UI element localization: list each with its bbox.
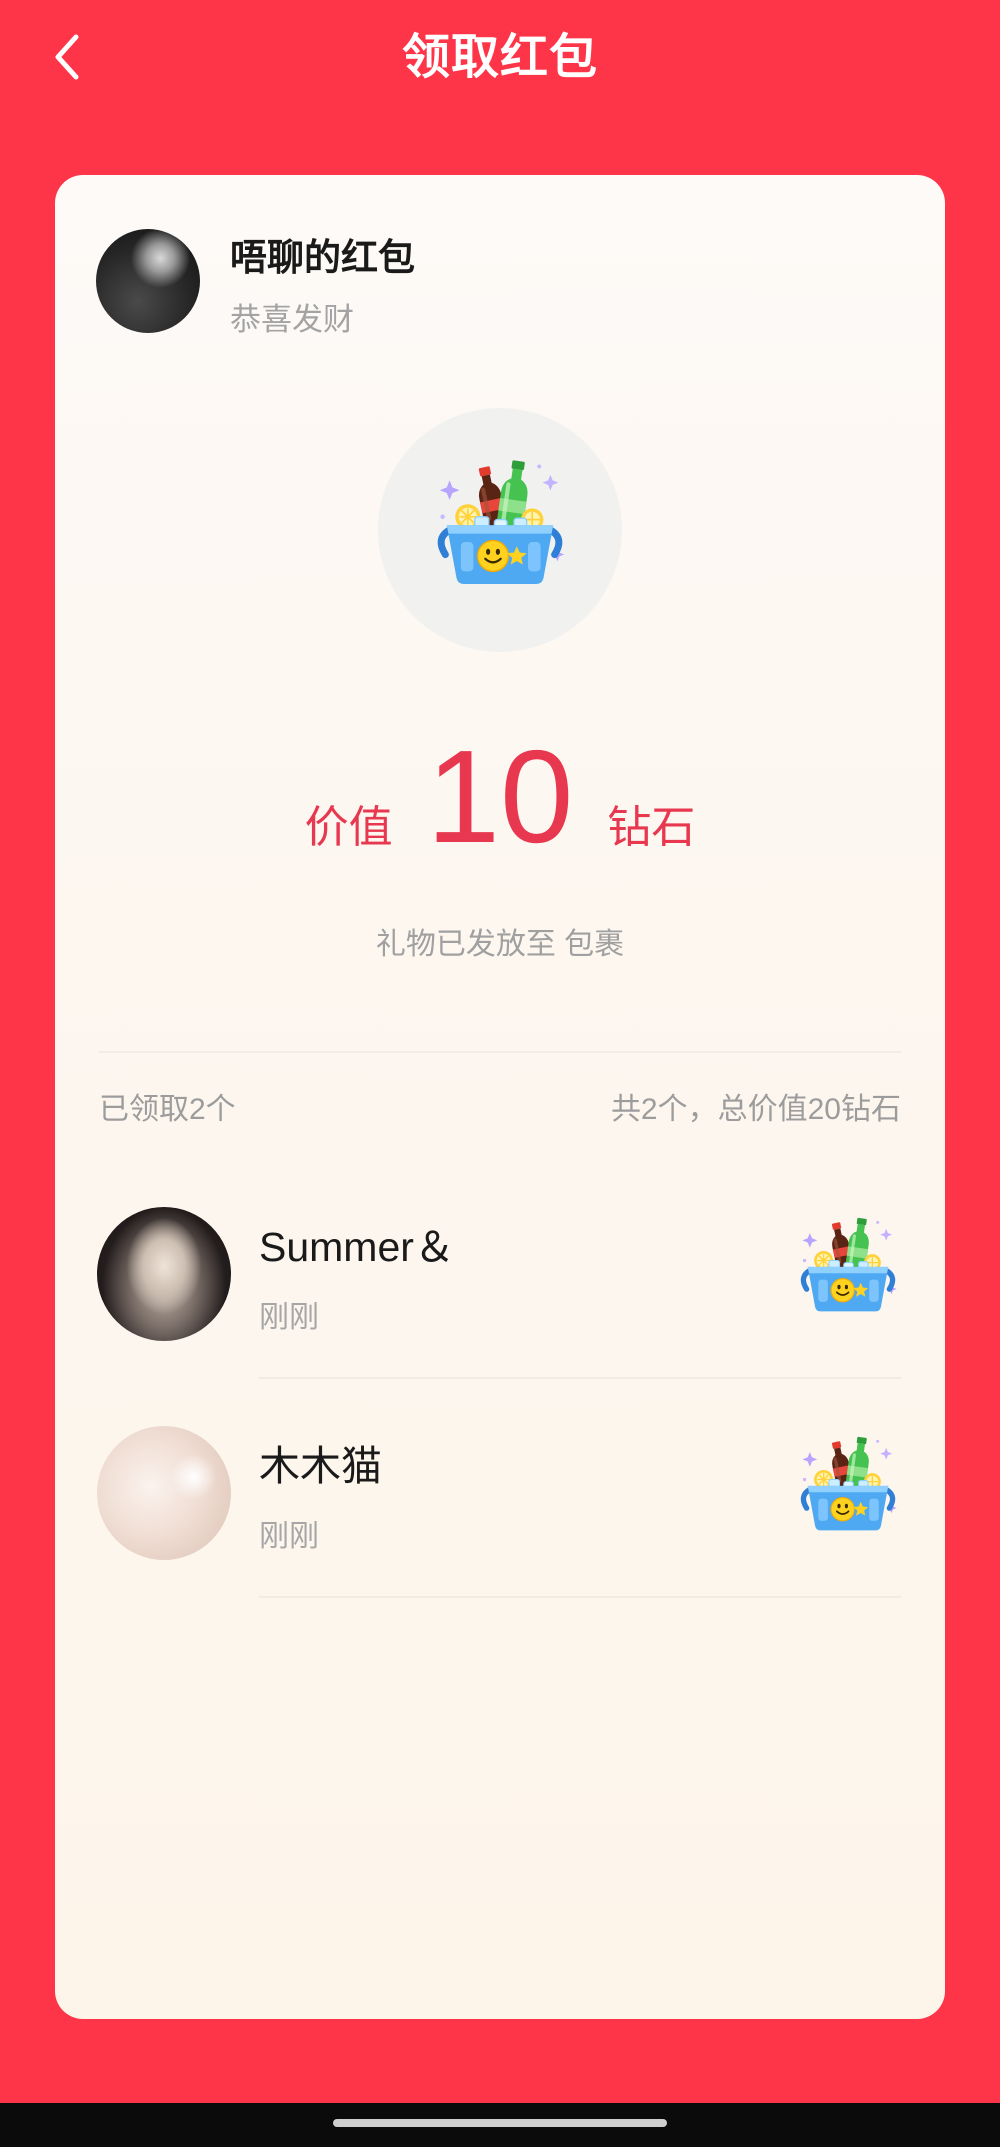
system-nav-bar [0,2103,1000,2147]
gift-value: 价值 10 钻石 [55,731,945,894]
greeting-text: 恭喜发财 [230,302,354,337]
gift-display [378,408,622,652]
red-packet-screen: 领取红包 唔聊的红包 恭喜发财 价值 10 钻石 礼物已发放至 包裹 已领取2个… [0,0,1000,2147]
total-summary: 共2个，总价值20钻石 [610,1093,901,1126]
list-item: 木木猫 刚刚 [55,1404,945,1623]
gift-basket-icon [430,458,570,598]
page-title: 领取红包 [401,31,598,84]
recipient-name: 木木猫 [259,1443,382,1489]
delivery-note: 礼物已发放至 包裹 [375,928,625,961]
home-indicator[interactable] [333,2119,667,2127]
list-item: Summer＆ 刚刚 [55,1185,945,1404]
sender-name: 唔聊的红包 [230,237,415,278]
gift-basket-icon [795,1435,901,1541]
divider [259,1596,901,1598]
claim-time: 刚刚 [259,1520,319,1553]
value-unit: 钻石 [607,803,696,852]
claim-time: 刚刚 [259,1301,319,1334]
recipient-name: Summer＆ [259,1224,455,1270]
value-amount: 10 [426,723,574,870]
sender-avatar[interactable] [96,229,200,333]
red-packet-card: 唔聊的红包 恭喜发财 价值 10 钻石 礼物已发放至 包裹 已领取2个 共2个，… [55,175,945,2019]
gift-basket-icon [795,1216,901,1322]
top-bar: 领取红包 [0,0,1000,120]
divider [259,1377,901,1379]
claimed-count: 已领取2个 [99,1093,236,1126]
avatar[interactable] [97,1207,231,1341]
value-prefix: 价值 [304,803,393,852]
divider [99,1051,901,1053]
avatar[interactable] [97,1426,231,1560]
